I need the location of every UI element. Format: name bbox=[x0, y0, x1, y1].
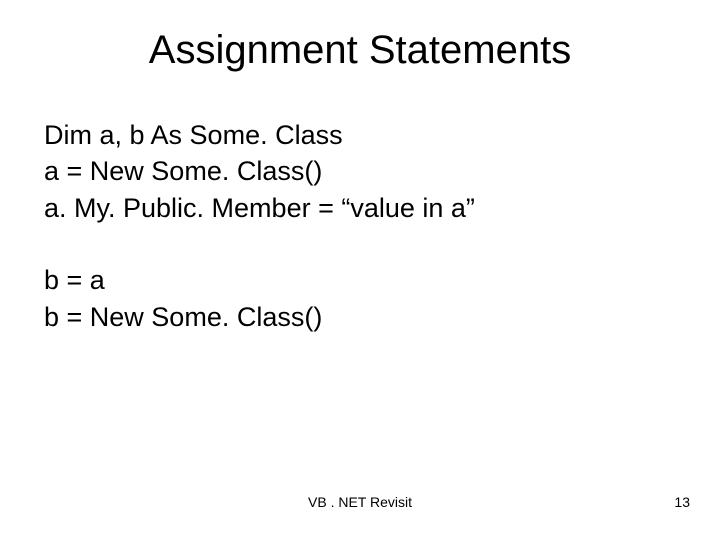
code-block-1: Dim a, b As Some. Class a = New Some. Cl… bbox=[44, 117, 720, 226]
page-number: 13 bbox=[674, 494, 690, 510]
code-line: Dim a, b As Some. Class bbox=[44, 117, 720, 153]
slide-content: Dim a, b As Some. Class a = New Some. Cl… bbox=[0, 73, 720, 335]
footer-label: VB . NET Revisit bbox=[0, 494, 720, 510]
slide-title: Assignment Statements bbox=[0, 0, 720, 73]
code-block-2: b = a b = New Some. Class() bbox=[44, 262, 720, 335]
code-line: b = a bbox=[44, 262, 720, 298]
code-line: a = New Some. Class() bbox=[44, 153, 720, 189]
code-line: b = New Some. Class() bbox=[44, 299, 720, 335]
code-line: a. My. Public. Member = “value in a” bbox=[44, 190, 720, 226]
